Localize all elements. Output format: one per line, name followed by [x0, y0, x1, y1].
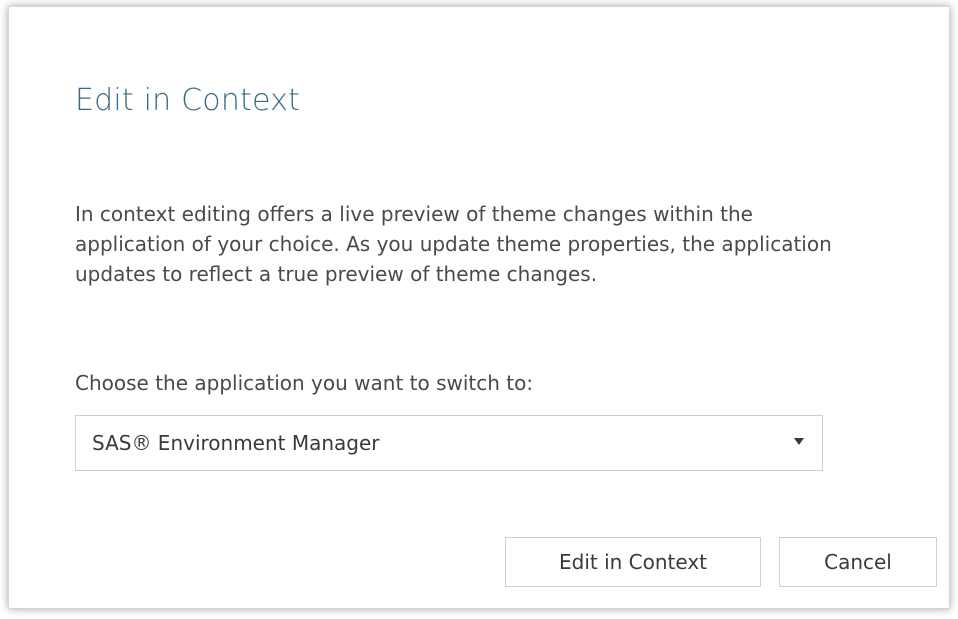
cancel-button[interactable]: Cancel [779, 537, 937, 587]
edit-in-context-button[interactable]: Edit in Context [505, 537, 761, 587]
dialog-description: In context editing offers a live preview… [75, 202, 832, 286]
application-select-value: SAS® Environment Manager [92, 431, 380, 455]
dialog-title: Edit in Context [75, 83, 301, 118]
application-select[interactable]: SAS® Environment Manager [75, 415, 823, 471]
edit-in-context-dialog: Edit in Context In context editing offer… [8, 6, 950, 609]
caret-down-icon[interactable] [794, 438, 804, 445]
screen: Edit in Context In context editing offer… [0, 0, 958, 619]
application-select-label: Choose the application you want to switc… [75, 371, 534, 395]
